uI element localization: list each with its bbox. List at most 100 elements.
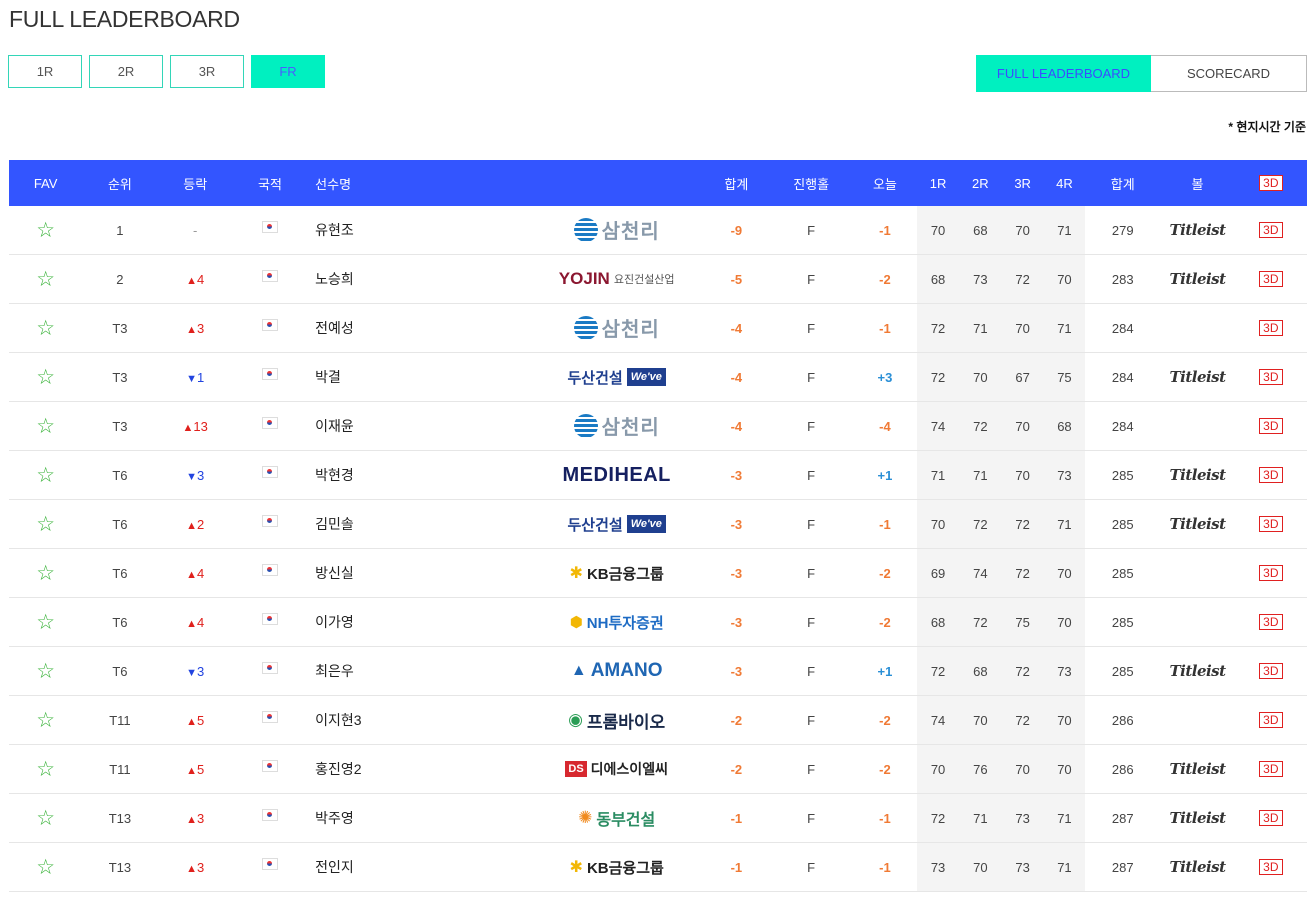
player-name[interactable]: 이가영 [307, 597, 531, 647]
sponsor-logo-samchully: 삼천리 [573, 215, 660, 244]
table-row[interactable]: ☆ T3 ▼1 박결 두산건설 We've -4 F +3 72 70 67 75 284 Titleist… [9, 352, 1307, 402]
player-name[interactable]: 노승희 [307, 254, 531, 304]
r1-score: 72 [916, 303, 960, 353]
table-row[interactable]: ☆ T6 ▲4 방신실 ✱ KB금융그룹 -3 F -2 69 74 72 70 285 3D [9, 548, 1307, 598]
samchully-mark-icon [573, 315, 598, 340]
star-outline-icon[interactable]: ☆ [36, 268, 55, 291]
ball-cell [1160, 401, 1235, 451]
total-cell: -3 [703, 597, 770, 647]
star-outline-icon[interactable]: ☆ [36, 562, 55, 585]
scorecard-tab[interactable]: SCORECARD [1151, 55, 1307, 92]
player-name[interactable]: 방신실 [307, 548, 531, 598]
view-3d-button[interactable]: 3D [1259, 859, 1283, 875]
rank-cell: T3 [82, 352, 158, 402]
change-cell: ▼1 [157, 352, 233, 402]
view-3d-button[interactable]: 3D [1259, 810, 1283, 826]
fav-cell: ☆ [9, 548, 83, 598]
star-outline-icon[interactable]: ☆ [36, 611, 55, 634]
view-3d-button[interactable]: 3D [1259, 712, 1283, 728]
table-row[interactable]: ☆ 2 ▲4 노승희 YOJIN 요진건설산업 -5 F -2 68 73 72 70 283 Titlei… [9, 254, 1307, 304]
page-title: FULL LEADERBOARD [9, 6, 240, 32]
change-cell: - [157, 206, 233, 255]
player-name[interactable]: 이재윤 [307, 401, 531, 451]
player-name[interactable]: 김민솔 [307, 499, 531, 549]
player-name[interactable]: 박주영 [307, 793, 531, 843]
fav-cell: ☆ [9, 695, 83, 745]
fav-cell: ☆ [9, 352, 83, 402]
view-3d-button[interactable]: 3D [1259, 222, 1283, 238]
table-row[interactable]: ☆ T11 ▲5 이지현3 ◉ 프롬바이오 -2 F -2 74 70 72 70 286 3D [9, 695, 1307, 745]
view-3d-button[interactable]: 3D [1259, 467, 1283, 483]
table-row[interactable]: ☆ T6 ▼3 최은우 ▲ AMANO -3 F +1 72 68 72 73 285 Titleist 3D [9, 646, 1307, 696]
hole-cell: F [769, 254, 853, 304]
samchully-mark-icon [573, 217, 598, 242]
r2-score: 72 [959, 401, 1002, 451]
table-row[interactable]: ☆ 1- 유현조 삼천리 -9 F -1 70 68 70 71 279 Titleist 3D [9, 206, 1307, 255]
view-3d-button[interactable]: 3D [1259, 516, 1283, 532]
table-row[interactable]: ☆ T6 ▼3 박현경 MEDIHEAL -3 F +1 71 71 70 73 285 Titleist… [9, 450, 1307, 500]
r3-score: 67 [1001, 352, 1044, 402]
nation-cell [232, 597, 308, 647]
view-3d-button[interactable]: 3D [1259, 565, 1283, 581]
rank-change: ▲5 [186, 712, 205, 728]
col-rank: 순위 [82, 160, 158, 206]
korea-flag-icon [262, 221, 279, 234]
r3-score: 75 [1001, 597, 1044, 647]
round-tab-fr[interactable]: FR [251, 55, 325, 88]
fav-cell: ☆ [9, 254, 83, 304]
round-tab-3r[interactable]: 3R [170, 55, 244, 88]
today-to-par: -2 [879, 712, 891, 728]
player-name[interactable]: 이지현3 [307, 695, 531, 745]
full-leaderboard-tab[interactable]: FULL LEADERBOARD [976, 55, 1151, 92]
triangle-up-icon: ▲ [186, 617, 198, 630]
view-3d-button[interactable]: 3D [1259, 663, 1283, 679]
player-name[interactable]: 전인지 [307, 842, 531, 892]
star-outline-icon[interactable]: ☆ [36, 513, 55, 536]
today-to-par: -2 [879, 565, 891, 581]
star-outline-icon[interactable]: ☆ [36, 709, 55, 732]
view-3d-button[interactable]: 3D [1259, 418, 1283, 434]
star-outline-icon[interactable]: ☆ [36, 464, 55, 487]
star-outline-icon[interactable]: ☆ [36, 758, 55, 781]
table-row[interactable]: ☆ T13 ▲3 전인지 ✱ KB금융그룹 -1 F -1 73 70 73 71 287 Titleist… [9, 842, 1307, 892]
table-row[interactable]: ☆ T13 ▲3 박주영 ✺ 동부건설 -1 F -1 72 71 73 71 287 Titleist 3D [9, 793, 1307, 843]
nation-cell [232, 254, 308, 304]
player-name[interactable]: 홍진영2 [307, 744, 531, 794]
nation-cell [232, 695, 308, 745]
view-3d-button[interactable]: 3D [1259, 761, 1283, 777]
player-name[interactable]: 전예성 [307, 303, 531, 353]
star-outline-icon[interactable]: ☆ [36, 660, 55, 683]
view-3d-button[interactable]: 3D [1259, 614, 1283, 630]
view-3d-button[interactable]: 3D [1259, 320, 1283, 336]
view-3d-button[interactable]: 3D [1259, 369, 1283, 385]
table-row[interactable]: ☆ T3 ▲3 전예성 삼천리 -4 F -1 72 71 70 71 284 3D [9, 303, 1307, 353]
view3d-cell: 3D [1234, 450, 1307, 500]
triangle-down-icon: ▼ [186, 372, 198, 385]
round-tab-2r[interactable]: 2R [89, 55, 163, 88]
view3d-cell: 3D [1234, 548, 1307, 598]
r3-score: 70 [1001, 744, 1044, 794]
star-outline-icon[interactable]: ☆ [36, 219, 55, 242]
star-outline-icon[interactable]: ☆ [36, 366, 55, 389]
today-to-par: -1 [879, 320, 891, 336]
player-name[interactable]: 최은우 [307, 646, 531, 696]
sponsor-cell: YOJIN 요진건설산업 [530, 254, 704, 304]
table-row[interactable]: ☆ T6 ▲2 김민솔 두산건설 We've -3 F -1 70 72 72 71 285 Titleis… [9, 499, 1307, 549]
star-outline-icon[interactable]: ☆ [36, 856, 55, 879]
view-3d-button[interactable]: 3D [1259, 271, 1283, 287]
player-name[interactable]: 유현조 [307, 206, 531, 255]
star-outline-icon[interactable]: ☆ [36, 415, 55, 438]
player-name[interactable]: 박결 [307, 352, 531, 402]
star-outline-icon[interactable]: ☆ [36, 317, 55, 340]
star-outline-icon[interactable]: ☆ [36, 807, 55, 830]
table-row[interactable]: ☆ T3 ▲13 이재윤 삼천리 -4 F -4 74 72 70 68 284 3D [9, 401, 1307, 451]
player-name[interactable]: 박현경 [307, 450, 531, 500]
total-cell: -3 [703, 450, 770, 500]
round-tab-1r[interactable]: 1R [8, 55, 82, 88]
table-row[interactable]: ☆ T11 ▲5 홍진영2 DS 디에스이엘씨 -2 F -2 70 76 70 70 286 Titlei… [9, 744, 1307, 794]
r3-score: 73 [1001, 842, 1044, 892]
ball-cell: Titleist [1160, 842, 1235, 892]
korea-flag-icon [262, 858, 279, 871]
ball-cell: Titleist [1160, 206, 1235, 255]
table-row[interactable]: ☆ T6 ▲4 이가영 ⬢ NH투자증권 -3 F -2 68 72 75 70 285 3D [9, 597, 1307, 647]
